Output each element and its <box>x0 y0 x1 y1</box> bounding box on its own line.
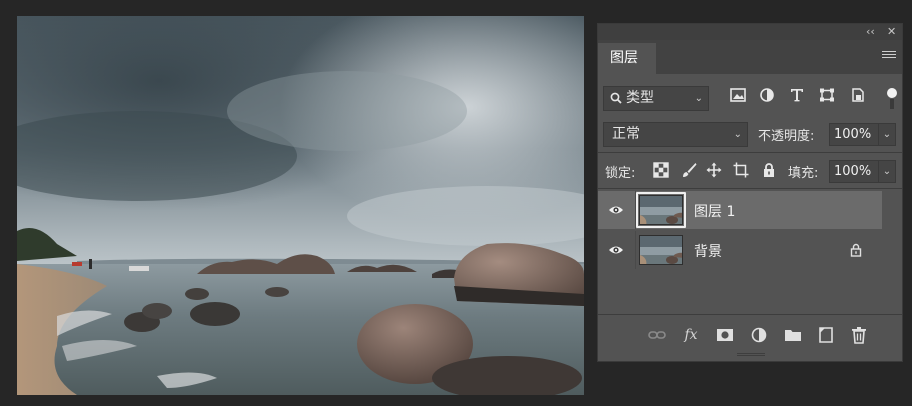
image-filter-icon[interactable] <box>730 88 746 102</box>
link-icon[interactable] <box>648 326 666 344</box>
shape-filter-icon[interactable] <box>819 88 835 102</box>
layer-thumbnail-image <box>640 196 682 224</box>
visibility-eye-icon[interactable] <box>608 203 624 217</box>
panel-divider <box>598 314 902 315</box>
fill-input[interactable]: 100% <box>829 160 879 183</box>
opacity-label: 不透明度: <box>758 129 815 144</box>
panel-title-bar: ‹‹ ✕ <box>598 24 902 40</box>
layer-lock-icon[interactable] <box>850 243 862 257</box>
layers-panel: ‹‹ ✕ 图层 类型 ⌄ 正常 ⌄ 不透明度: 100% ⌄ 锁定: 填充: 1… <box>597 23 903 362</box>
group-folder-icon[interactable] <box>784 326 802 344</box>
panel-tab-bar: 图层 <box>598 40 902 74</box>
layer-name[interactable]: 背景 <box>694 241 722 261</box>
panel-resize-grip[interactable] <box>737 353 765 359</box>
visibility-eye-icon[interactable] <box>608 243 624 257</box>
opacity-dropdown-button[interactable]: ⌄ <box>878 123 896 146</box>
fx-icon[interactable]: fx <box>682 326 700 344</box>
lock-position-icon[interactable] <box>706 162 722 178</box>
fill-dropdown-button[interactable]: ⌄ <box>878 160 896 183</box>
panel-divider <box>598 188 902 189</box>
fill-label: 填充: <box>788 166 819 181</box>
lock-all-icon[interactable] <box>761 162 777 178</box>
opacity-input[interactable]: 100% <box>829 123 879 146</box>
layer-row-layer1[interactable]: 图层 1 <box>598 191 882 229</box>
layer-thumbnail[interactable] <box>639 195 683 225</box>
chevron-down-icon: ⌄ <box>694 93 703 104</box>
trash-icon[interactable] <box>850 326 868 344</box>
blend-opacity-row: 正常 ⌄ 不透明度: 100% ⌄ <box>598 120 902 150</box>
layer-row-background[interactable]: 背景 <box>598 231 882 269</box>
collapse-panel-button[interactable]: ‹‹ <box>866 25 875 39</box>
search-icon <box>610 92 622 104</box>
smart-object-filter-icon[interactable] <box>850 88 866 102</box>
lock-label: 锁定: <box>605 166 636 181</box>
chevron-down-icon: ⌄ <box>733 129 742 140</box>
layer-name[interactable]: 图层 1 <box>694 201 735 221</box>
close-panel-button[interactable]: ✕ <box>887 25 896 39</box>
panel-menu-icon[interactable] <box>882 51 896 62</box>
lock-fill-row: 锁定: 填充: 100% ⌄ <box>598 156 902 186</box>
lock-transparent-icon[interactable] <box>653 162 669 178</box>
lock-artboard-icon[interactable] <box>733 162 749 178</box>
filter-kind-label: 类型 <box>626 90 654 106</box>
tab-layers[interactable]: 图层 <box>598 43 656 74</box>
new-layer-icon[interactable] <box>817 326 835 344</box>
row-separator <box>635 231 636 269</box>
layer-thumbnail[interactable] <box>639 235 683 265</box>
blend-mode-select[interactable]: 正常 ⌄ <box>603 122 748 147</box>
seascape-photo <box>17 16 584 395</box>
mask-icon[interactable] <box>716 326 734 344</box>
blend-mode-value: 正常 <box>612 126 640 142</box>
adjustment-filter-icon[interactable] <box>759 88 775 102</box>
type-filter-icon[interactable] <box>789 88 805 102</box>
lock-pixels-icon[interactable] <box>681 162 697 178</box>
photo-canvas[interactable] <box>17 16 584 395</box>
adjustment-layer-icon[interactable] <box>750 326 768 344</box>
layer-filter-row: 类型 ⌄ <box>598 82 902 116</box>
panel-divider <box>598 152 902 153</box>
filter-toggle-switch[interactable] <box>887 88 897 110</box>
filter-kind-select[interactable]: 类型 ⌄ <box>603 86 709 111</box>
layer-thumbnail-image <box>640 236 682 264</box>
